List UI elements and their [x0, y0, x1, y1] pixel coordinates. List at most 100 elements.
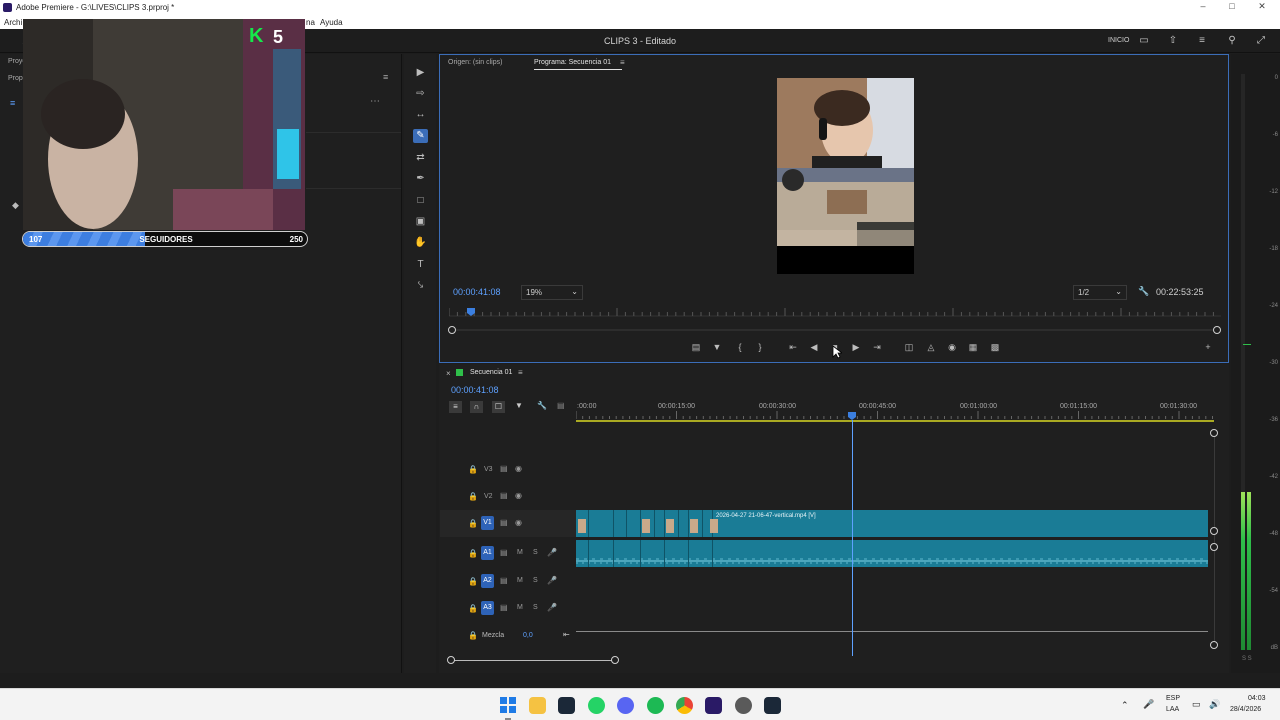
transform-tool-icon[interactable]: ⤥	[413, 279, 428, 293]
microphone-icon[interactable]: 🎤	[547, 603, 557, 612]
scrollbar-handle-left[interactable]	[448, 326, 456, 334]
mute-button[interactable]: M	[517, 577, 523, 584]
windows-start-icon[interactable]	[500, 697, 516, 713]
proxy-toggle-icon[interactable]: ▩	[990, 342, 1000, 352]
timeline-marker-icon[interactable]: ▼	[515, 401, 523, 410]
panel-layout-icon[interactable]: ▭	[1138, 35, 1150, 46]
crop-tool-icon[interactable]: ▣	[413, 215, 428, 229]
go-to-out-icon[interactable]: ⇥	[872, 342, 882, 352]
more-options-icon[interactable]: ⋯	[370, 96, 380, 107]
export-frame-icon[interactable]: ◉	[947, 342, 957, 352]
track-target-a1[interactable]: A1	[481, 546, 494, 560]
eye-icon[interactable]: ◉	[515, 464, 522, 473]
vscroll-handle[interactable]	[1210, 543, 1218, 551]
vscroll-handle-bottom[interactable]	[1210, 641, 1218, 649]
tool-icon[interactable]: ◆	[12, 200, 19, 211]
sync-lock-icon[interactable]: ▤	[500, 491, 508, 500]
lock-icon[interactable]: 🔒	[468, 631, 478, 640]
close-sequence-icon[interactable]: ×	[446, 369, 451, 378]
horizontal-scrollbar[interactable]	[452, 660, 616, 661]
tab-propiedades[interactable]: Propi	[8, 75, 24, 82]
maximize-icon[interactable]: □	[1225, 1, 1239, 13]
eye-icon[interactable]: ◉	[515, 491, 522, 500]
mute-button[interactable]: M	[517, 549, 523, 556]
timeline-playhead-line[interactable]	[852, 420, 853, 656]
timeline-timecode[interactable]: 00:00:41:08	[451, 385, 499, 395]
list-view-icon[interactable]: ≡	[10, 98, 15, 108]
razor-tool-icon[interactable]: ✎	[413, 129, 428, 143]
mark-in-icon[interactable]: {	[735, 342, 745, 352]
hand-tool-icon[interactable]: ✋	[413, 236, 428, 250]
track-select-tool-icon[interactable]: ⇨	[413, 87, 428, 101]
lock-icon[interactable]: 🔒	[468, 519, 478, 528]
step-back-icon[interactable]: ◀	[809, 342, 819, 352]
tray-overflow-icon[interactable]: ⌃	[1121, 700, 1129, 711]
pen-tool-icon[interactable]: ✒	[413, 172, 428, 186]
share-icon[interactable]: ⇧	[1167, 35, 1179, 46]
vscroll-handle[interactable]	[1210, 527, 1218, 535]
vertical-scrollbar[interactable]	[1214, 433, 1215, 647]
timeline-settings-icon[interactable]: 🔧	[537, 401, 547, 410]
whatsapp-icon[interactable]	[588, 697, 605, 714]
close-icon[interactable]: ✕	[1255, 1, 1269, 13]
add-marker-icon[interactable]: ▼	[712, 342, 722, 352]
lock-icon[interactable]: 🔒	[468, 492, 478, 501]
lock-icon[interactable]: 🔒	[468, 465, 478, 474]
mute-button[interactable]: M	[517, 604, 523, 611]
language-primary[interactable]: ESP	[1166, 695, 1180, 702]
vscroll-handle-top[interactable]	[1210, 429, 1218, 437]
lock-icon[interactable]: 🔒	[468, 577, 478, 586]
solo-button[interactable]: S	[533, 549, 538, 556]
spotify-icon[interactable]	[647, 697, 664, 714]
solo-button[interactable]: S	[533, 577, 538, 584]
menu-archivo[interactable]: Archi	[4, 18, 22, 27]
slip-tool-icon[interactable]: ⇄	[413, 151, 428, 165]
monitor-menu-icon[interactable]: ≡	[620, 58, 625, 67]
lock-icon[interactable]: 🔒	[468, 549, 478, 558]
timeline-ruler[interactable]	[576, 411, 1216, 423]
volume-icon[interactable]: 🔊	[1209, 699, 1220, 710]
insert-icon[interactable]: ◫	[904, 342, 914, 352]
workspace-inicio[interactable]: INICIO	[1108, 37, 1129, 44]
steam-icon[interactable]	[558, 697, 575, 714]
microphone-icon[interactable]: 🎤	[547, 548, 557, 557]
sync-lock-icon[interactable]: ▤	[500, 464, 508, 473]
tab-program-monitor[interactable]: Programa: Secuencia 01	[534, 59, 611, 66]
discord-icon[interactable]	[617, 697, 634, 714]
tray-mic-icon[interactable]: 🎤	[1143, 699, 1154, 710]
monitor-zoom-scrollbar[interactable]	[452, 329, 1218, 331]
captions-icon[interactable]: ▤	[557, 401, 565, 410]
language-secondary[interactable]: LAA	[1166, 706, 1179, 713]
premiere-pro-icon[interactable]	[705, 697, 722, 714]
remove-marker-icon[interactable]: ▤	[691, 342, 701, 352]
mix-expand-icon[interactable]: ⇤	[563, 630, 570, 639]
program-timecode[interactable]: 00:00:41:08	[453, 287, 501, 297]
hscroll-handle-left[interactable]	[447, 656, 455, 664]
steam-alt-icon[interactable]	[735, 697, 752, 714]
panel-menu-icon[interactable]: ≡	[383, 72, 388, 82]
chrome-icon[interactable]	[676, 697, 693, 714]
solo-button[interactable]: S	[533, 604, 538, 611]
sequence-menu-icon[interactable]: ≡	[518, 368, 523, 377]
sync-lock-icon[interactable]: ▤	[500, 576, 508, 585]
scrollbar-handle-right[interactable]	[1213, 326, 1221, 334]
selection-tool-icon[interactable]: ▶	[413, 66, 428, 80]
linked-selection-icon[interactable]: ☐	[492, 401, 505, 413]
clock-time[interactable]: 04:03	[1248, 695, 1266, 702]
tab-source-monitor[interactable]: Origen: (sin clips)	[448, 59, 502, 66]
track-target-a3[interactable]: A3	[481, 601, 494, 615]
search-icon[interactable]: ⚲	[1226, 35, 1238, 46]
snap-icon[interactable]: ∩	[470, 401, 483, 413]
timeline-playhead-head[interactable]	[848, 412, 856, 420]
steam-window-icon[interactable]	[764, 697, 781, 714]
minimize-icon[interactable]: –	[1196, 1, 1210, 13]
menu-ayuda[interactable]: Ayuda	[320, 18, 343, 27]
track-target-a2[interactable]: A2	[481, 574, 494, 588]
comparison-view-icon[interactable]: ▦	[968, 342, 978, 352]
go-to-in-icon[interactable]: ⇤	[788, 342, 798, 352]
rectangle-tool-icon[interactable]: □	[413, 194, 428, 208]
eye-icon[interactable]: ◉	[515, 518, 522, 527]
network-icon[interactable]: ▭	[1192, 699, 1201, 710]
button-editor-icon[interactable]: +	[1203, 342, 1213, 352]
ripple-edit-tool-icon[interactable]: ↔	[413, 108, 428, 122]
